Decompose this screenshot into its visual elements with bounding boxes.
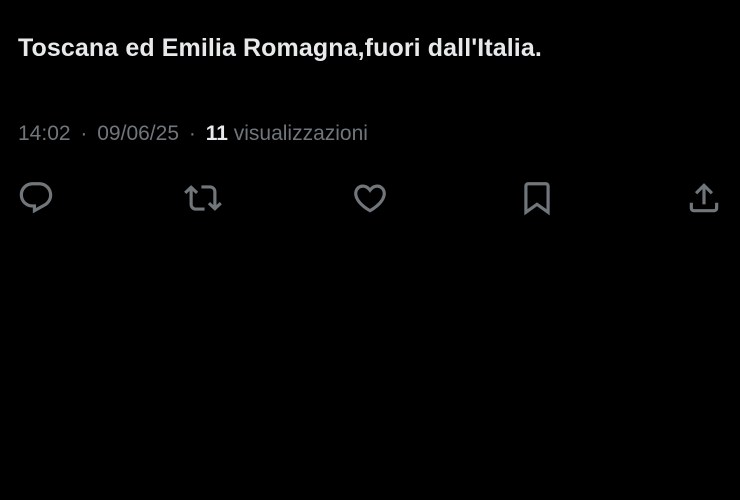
views-count: 11 [205,122,228,145]
action-bar [0,177,740,219]
share-icon [689,183,719,213]
views-label: visualizzazioni [233,122,368,145]
like-button[interactable] [349,177,391,219]
bookmark-icon [524,182,550,216]
tweet-date[interactable]: 09/06/25 [97,122,179,145]
meta-separator: · [80,122,88,145]
meta-separator: · [188,122,196,145]
heart-icon [354,184,386,213]
tweet-text: Toscana ed Emilia Romagna,fuori dall'Ita… [18,34,542,62]
retweet-icon [184,185,222,211]
tweet-time[interactable]: 14:02 [18,122,71,145]
tweet-meta: 14:02 · 09/06/25 · 11 visualizzazioni [18,122,368,146]
retweet-button[interactable] [182,177,224,219]
share-button[interactable] [683,177,725,219]
reply-icon [19,182,53,214]
reply-button[interactable] [15,177,57,219]
bookmark-button[interactable] [516,177,558,219]
